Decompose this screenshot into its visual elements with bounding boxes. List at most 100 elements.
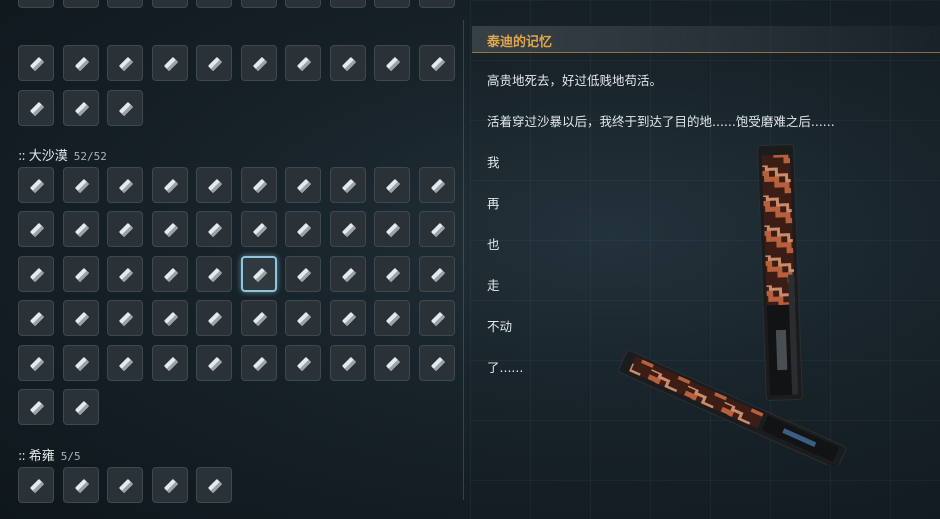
detail-title: 泰迪的记忆 [487, 35, 553, 50]
detail-line: 再 [487, 196, 500, 211]
memory-chip-icon [208, 479, 223, 494]
item-slot[interactable] [18, 167, 54, 203]
item-slot[interactable] [107, 211, 143, 247]
item-slot[interactable] [418, 211, 455, 247]
item-slot[interactable] [107, 90, 143, 126]
memory-chip-icon [252, 268, 267, 283]
item-slot[interactable] [62, 389, 99, 425]
memory-chip-icon [30, 312, 45, 327]
item-slot[interactable] [329, 345, 366, 381]
item-slot[interactable] [62, 0, 99, 8]
memory-chip-icon [208, 268, 223, 283]
item-slot[interactable] [151, 345, 188, 381]
item-slot[interactable] [329, 0, 366, 8]
memory-chip-icon [163, 57, 178, 72]
item-slot[interactable] [240, 45, 277, 81]
item-slot[interactable] [329, 45, 366, 81]
item-slot[interactable] [62, 300, 99, 336]
memory-chip-icon [119, 57, 134, 72]
item-slot[interactable] [107, 467, 143, 503]
item-slot[interactable] [62, 211, 99, 247]
item-slot[interactable] [107, 45, 143, 81]
memory-chip-icon [430, 57, 445, 72]
item-slot[interactable] [151, 211, 188, 247]
item-slot[interactable] [107, 167, 143, 203]
memory-chip-icon [297, 357, 312, 372]
item-slot[interactable] [374, 256, 410, 292]
item-slot[interactable] [18, 45, 54, 81]
item-slot[interactable] [418, 0, 455, 8]
item-slot[interactable] [107, 256, 143, 292]
item-slot[interactable] [240, 300, 277, 336]
item-slot[interactable] [196, 467, 232, 503]
memory-chip-icon [30, 223, 45, 238]
item-slot[interactable] [62, 345, 99, 381]
item-slot[interactable] [196, 211, 232, 247]
item-slot[interactable] [329, 300, 366, 336]
item-slot[interactable] [285, 45, 321, 81]
memory-chip-icon [163, 479, 178, 494]
item-slot[interactable] [62, 90, 99, 126]
item-slot[interactable] [285, 211, 321, 247]
item-slot[interactable] [240, 211, 277, 247]
item-slot[interactable] [418, 45, 455, 81]
item-slot[interactable] [107, 345, 143, 381]
memory-chip-icon [386, 179, 401, 194]
item-slot[interactable] [240, 167, 277, 203]
section-title: 大沙漠 [28, 149, 68, 164]
item-slot[interactable] [151, 0, 188, 8]
item-slot[interactable] [418, 167, 455, 203]
memory-chip-icon [30, 179, 45, 194]
item-slot[interactable] [196, 300, 232, 336]
item-slot[interactable] [62, 45, 99, 81]
item-slot[interactable] [18, 90, 54, 126]
item-slot[interactable] [285, 167, 321, 203]
item-slot[interactable] [196, 167, 232, 203]
item-slot[interactable] [107, 0, 143, 8]
item-slot[interactable] [374, 167, 410, 203]
item-slot[interactable] [18, 345, 54, 381]
section-count: 5/5 [60, 450, 81, 463]
item-slot[interactable] [285, 345, 321, 381]
item-slot[interactable] [329, 256, 366, 292]
item-slot[interactable] [151, 45, 188, 81]
memory-chip-icon [297, 268, 312, 283]
item-slot[interactable] [151, 167, 188, 203]
item-slot-selected[interactable] [240, 256, 277, 292]
item-slot[interactable] [151, 256, 188, 292]
item-slot[interactable] [62, 467, 99, 503]
item-slot[interactable] [62, 167, 99, 203]
item-slot[interactable] [151, 467, 188, 503]
item-slot[interactable] [285, 0, 321, 8]
item-slot[interactable] [329, 167, 366, 203]
item-slot[interactable] [374, 345, 410, 381]
item-slot[interactable] [374, 0, 410, 8]
memory-chip-icon [74, 102, 89, 117]
item-slot[interactable] [374, 300, 410, 336]
memory-chip-icon [74, 312, 89, 327]
item-slot[interactable] [196, 345, 232, 381]
item-slot[interactable] [18, 256, 54, 292]
item-slot[interactable] [196, 256, 232, 292]
item-slot[interactable] [418, 345, 455, 381]
item-slot[interactable] [240, 345, 277, 381]
item-slot[interactable] [18, 0, 54, 8]
item-slot[interactable] [196, 0, 232, 8]
item-slot[interactable] [107, 300, 143, 336]
item-slot[interactable] [62, 256, 99, 292]
detail-line: 活着穿过沙暴以后，我终于到达了目的地......饱受磨难之后...... [487, 114, 835, 129]
item-slot[interactable] [240, 0, 277, 8]
item-slot[interactable] [418, 256, 455, 292]
item-slot[interactable] [18, 389, 54, 425]
item-slot[interactable] [374, 45, 410, 81]
item-slot[interactable] [151, 300, 188, 336]
item-slot[interactable] [18, 300, 54, 336]
item-slot[interactable] [18, 467, 54, 503]
item-slot[interactable] [196, 45, 232, 81]
item-slot[interactable] [285, 300, 321, 336]
item-slot[interactable] [18, 211, 54, 247]
item-slot[interactable] [418, 300, 455, 336]
item-slot[interactable] [329, 211, 366, 247]
item-slot[interactable] [374, 211, 410, 247]
item-slot[interactable] [285, 256, 321, 292]
